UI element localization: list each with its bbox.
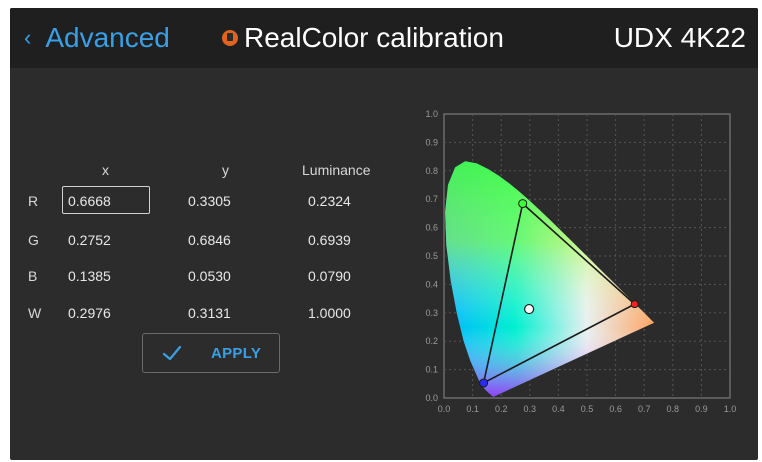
x-tick-label: 0.0 xyxy=(438,404,451,414)
x-tick-label: 1.0 xyxy=(724,404,737,414)
cell-b-luminance[interactable]: 0.0790 xyxy=(308,268,351,284)
shield-icon xyxy=(222,30,238,46)
cell-g-luminance[interactable]: 0.6939 xyxy=(308,232,351,248)
y-tick-label: 0.1 xyxy=(425,365,438,375)
back-label: Advanced xyxy=(45,22,170,53)
model-name: UDX 4K22 xyxy=(613,22,746,53)
x-tick-label: 0.1 xyxy=(466,404,479,414)
x-tick-label: 0.8 xyxy=(667,404,680,414)
y-tick-label: 0.8 xyxy=(425,166,438,176)
column-header-luminance: Luminance xyxy=(302,162,371,178)
row-label-b: B xyxy=(28,268,38,284)
apply-button[interactable]: APPLY xyxy=(142,333,280,373)
page-title-group: RealColor calibration xyxy=(222,20,504,56)
green-primary-point xyxy=(518,199,528,209)
y-tick-label: 0.4 xyxy=(425,279,438,289)
column-header-y: y xyxy=(222,162,229,178)
x-tick-label: 0.5 xyxy=(581,404,594,414)
y-tick-label: 0.3 xyxy=(425,308,438,318)
cell-r-y[interactable]: 0.3305 xyxy=(188,193,231,209)
x-tick-label: 0.6 xyxy=(609,404,622,414)
row-label-w: W xyxy=(28,305,42,321)
cell-r-luminance[interactable]: 0.2324 xyxy=(308,193,351,209)
back-button[interactable]: ‹ Advanced xyxy=(24,20,170,56)
y-tick-label: 0.0 xyxy=(425,393,438,403)
x-tick-label: 0.2 xyxy=(495,404,508,414)
row-label-g: G xyxy=(28,232,39,248)
cell-w-luminance[interactable]: 1.0000 xyxy=(308,305,351,321)
check-icon xyxy=(162,345,182,361)
y-tick-label: 1.0 xyxy=(425,109,438,119)
x-axis-ticks: 0.0 0.1 0.2 0.3 0.4 0.5 0.6 0.7 0.8 0.9 1.0 xyxy=(438,404,737,414)
y-tick-label: 0.5 xyxy=(425,251,438,261)
apply-label: APPLY xyxy=(211,344,262,362)
x-tick-label: 0.9 xyxy=(695,404,708,414)
y-axis-ticks: 0.0 0.1 0.2 0.3 0.4 0.5 0.6 0.7 0.8 0.9 1.0 xyxy=(425,109,438,403)
cell-r-x[interactable]: 0.6668 xyxy=(68,193,111,209)
y-tick-label: 0.7 xyxy=(425,194,438,204)
y-tick-label: 0.6 xyxy=(425,223,438,233)
red-primary-point xyxy=(630,300,639,309)
x-tick-label: 0.7 xyxy=(638,404,651,414)
cell-b-x[interactable]: 0.1385 xyxy=(68,268,111,284)
y-tick-label: 0.2 xyxy=(425,336,438,346)
chevron-left-icon: ‹ xyxy=(24,25,32,50)
cell-g-y[interactable]: 0.6846 xyxy=(188,232,231,248)
cell-w-x[interactable]: 0.2976 xyxy=(68,305,111,321)
x-tick-label: 0.4 xyxy=(552,404,565,414)
blue-primary-point xyxy=(479,378,489,388)
white-point xyxy=(524,303,535,315)
realcolor-calibration-screen: ‹ Advanced RealColor calibration UDX 4K2… xyxy=(10,8,758,460)
row-label-r: R xyxy=(28,193,39,209)
cell-w-y[interactable]: 0.3131 xyxy=(188,305,231,321)
page-title: RealColor calibration xyxy=(244,22,504,53)
column-header-x: x xyxy=(102,162,109,178)
y-tick-label: 0.9 xyxy=(425,137,438,147)
header-bar: ‹ Advanced RealColor calibration UDX 4K2… xyxy=(10,8,758,68)
cell-b-y[interactable]: 0.0530 xyxy=(188,268,231,284)
cell-g-x[interactable]: 0.2752 xyxy=(68,232,111,248)
cie-chromaticity-chart: 0.0 0.1 0.2 0.3 0.4 0.5 0.6 0.7 0.8 0.9 1.0 0.0 0.1… xyxy=(425,109,737,414)
x-tick-label: 0.3 xyxy=(524,404,537,414)
